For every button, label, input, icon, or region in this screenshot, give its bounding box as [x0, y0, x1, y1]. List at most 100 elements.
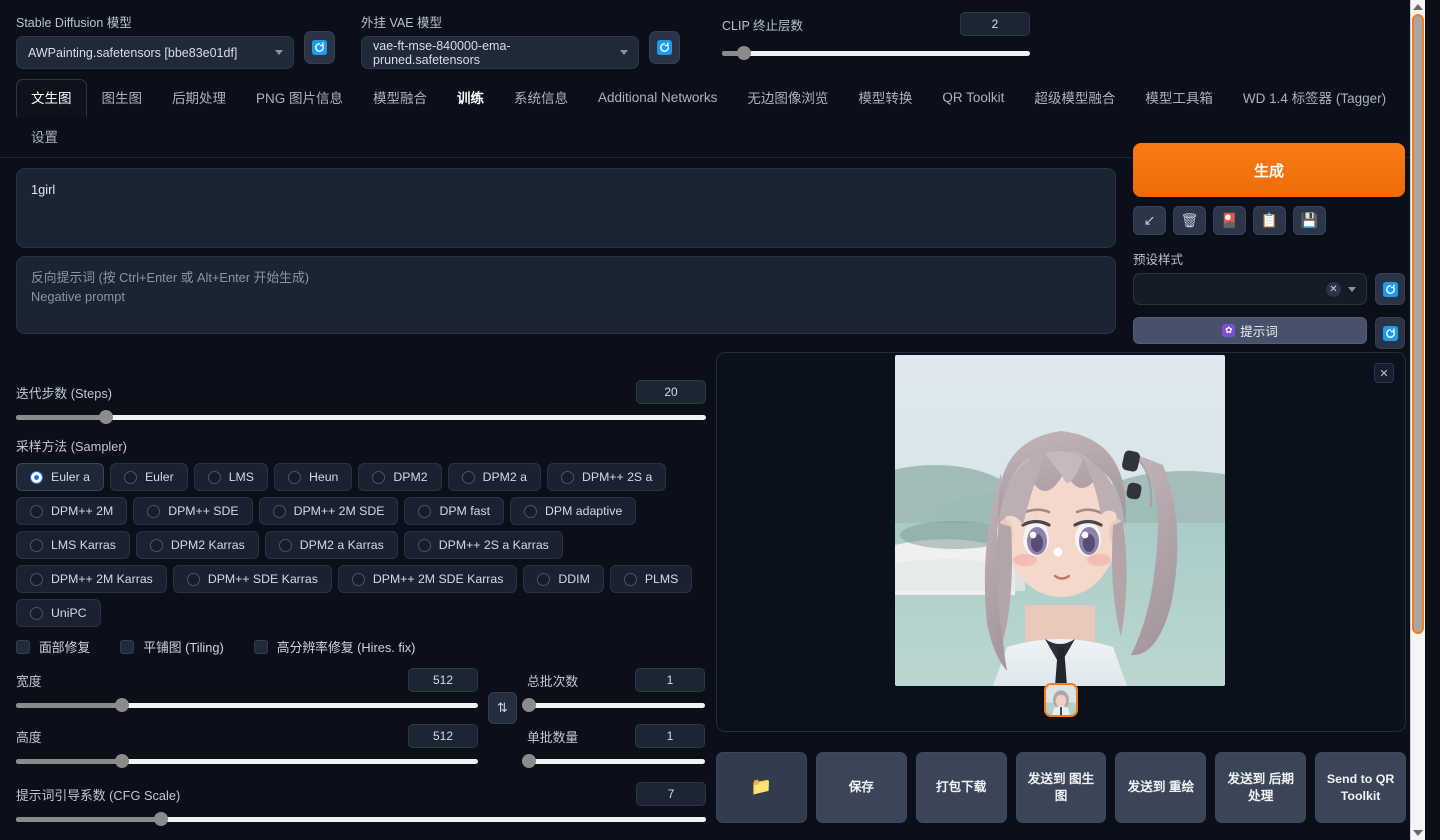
vae-model-dropdown[interactable]: vae-ft-mse-840000-ema-pruned.safetensors [361, 36, 639, 69]
scroll-down-icon[interactable] [1413, 830, 1423, 836]
scrollbar-thumb[interactable] [1412, 14, 1424, 634]
send-to-inpaint-button[interactable]: 发送到 重绘 [1115, 752, 1207, 823]
sd-model-refresh-button[interactable] [304, 31, 335, 64]
hires-fix-checkbox[interactable]: 高分辨率修复 (Hires. fix) [253, 637, 415, 656]
sampler-option-dpmpp-2s-a-karras[interactable]: DPM++ 2S a Karras [403, 531, 563, 559]
slider-knob[interactable] [521, 754, 536, 768]
arrow-down-left-icon[interactable]: ↙ [1133, 206, 1166, 235]
page-scrollbar[interactable] [1410, 0, 1425, 840]
batch-size-slider[interactable] [521, 754, 705, 768]
tab-tagger[interactable]: WD 1.4 标签器 (Tagger) [1228, 79, 1401, 117]
save-style-icon[interactable]: 💾 [1293, 206, 1326, 235]
save-button[interactable]: 保存 [815, 752, 907, 823]
slider-knob[interactable] [736, 46, 751, 60]
radio-dot-icon [30, 470, 43, 484]
refresh-icon [312, 40, 327, 55]
cfg-value[interactable]: 7 [636, 782, 706, 806]
width-value[interactable]: 512 [408, 668, 478, 692]
sampler-label-text: DPM2 a Karras [299, 538, 384, 552]
sampler-option-lms[interactable]: LMS [193, 463, 268, 491]
send-to-img2img-button[interactable]: 发送到 图生图 [1015, 752, 1107, 823]
radio-dot-icon [287, 470, 301, 484]
prompt-word-button[interactable]: ✿ 提示词 [1133, 317, 1367, 344]
slider-knob[interactable] [98, 410, 113, 424]
sampler-option-dpmpp-2m-karras[interactable]: DPM++ 2M Karras [16, 565, 167, 593]
open-folder-button[interactable]: 📁 [716, 752, 807, 823]
sampler-option-dpmpp-2m-sde-karras[interactable]: DPM++ 2M SDE Karras [337, 565, 518, 593]
tab-infinite-image-browsing[interactable]: 无边图像浏览 [732, 79, 843, 117]
cfg-slider[interactable] [16, 812, 706, 826]
sampler-option-heun[interactable]: Heun [273, 463, 353, 491]
send-to-extras-button[interactable]: 发送到 后期处理 [1215, 752, 1307, 823]
radio-dot-icon [147, 504, 161, 518]
tab-checkpoint-merger[interactable]: 模型融合 [358, 79, 442, 117]
slider-knob[interactable] [521, 698, 536, 712]
swap-dimensions-button[interactable]: ⇅ [488, 692, 517, 724]
sampler-option-dpmpp-2m-sde[interactable]: DPM++ 2M SDE [258, 497, 399, 525]
tab-train[interactable]: 训练 [442, 79, 499, 117]
tab-system-info[interactable]: 系统信息 [499, 79, 583, 117]
steps-value[interactable]: 20 [636, 380, 706, 404]
tab-qr-toolkit[interactable]: QR Toolkit [927, 82, 1019, 115]
clip-skip-value[interactable]: 2 [960, 12, 1030, 36]
sampler-option-dpm2[interactable]: DPM2 [358, 463, 442, 491]
close-icon[interactable]: ✕ [1374, 363, 1394, 383]
scroll-up-icon[interactable] [1413, 4, 1423, 10]
tab-extras[interactable]: 后期处理 [157, 79, 241, 117]
thumbnail-item[interactable] [1044, 683, 1078, 717]
restore-faces-checkbox[interactable]: 面部修复 [16, 637, 90, 656]
sampler-option-dpm2-karras[interactable]: DPM2 Karras [135, 531, 259, 559]
sampler-option-plms[interactable]: PLMS [609, 565, 693, 593]
palette-icon[interactable]: 🎴 [1213, 206, 1246, 235]
sampler-option-euler[interactable]: Euler [109, 463, 188, 491]
close-icon[interactable]: ✕ [1326, 281, 1341, 297]
sampler-option-dpm2-a-karras[interactable]: DPM2 a Karras [264, 531, 398, 559]
sampler-option-dpm-fast[interactable]: DPM fast [404, 497, 505, 525]
positive-prompt-input[interactable]: 1girl [16, 168, 1116, 248]
checkbox-label: 面部修复 [39, 640, 91, 655]
negative-prompt-input[interactable]: 反向提示词 (按 Ctrl+Enter 或 Alt+Enter 开始生成) Ne… [16, 256, 1116, 334]
sampler-option-dpmpp-sde[interactable]: DPM++ SDE [133, 497, 253, 525]
sd-model-dropdown[interactable]: AWPainting.safetensors [bbe83e01df] [16, 36, 294, 69]
vae-model-refresh-button[interactable] [649, 31, 680, 64]
batch-count-slider[interactable] [521, 698, 705, 712]
clip-skip-slider[interactable] [722, 46, 1030, 60]
styles-dropdown[interactable]: ✕ [1133, 273, 1367, 305]
tiling-checkbox[interactable]: 平铺图 (Tiling) [120, 637, 224, 656]
slider-knob[interactable] [115, 754, 130, 768]
width-slider[interactable] [16, 698, 478, 712]
sampler-option-dpm2-a[interactable]: DPM2 a [447, 463, 541, 491]
steps-slider[interactable] [16, 410, 706, 424]
batch-count-value[interactable]: 1 [635, 668, 705, 692]
sampler-option-dpmpp-sde-karras[interactable]: DPM++ SDE Karras [172, 565, 332, 593]
generated-image[interactable] [895, 355, 1225, 686]
slider-knob[interactable] [153, 812, 168, 826]
tab-png-info[interactable]: PNG 图片信息 [241, 79, 358, 117]
slider-knob[interactable] [115, 698, 130, 712]
sampler-option-euler-a[interactable]: Euler a [16, 463, 104, 491]
tab-super-merger[interactable]: 超级模型融合 [1019, 79, 1130, 117]
sampler-option-lms-karras[interactable]: LMS Karras [16, 531, 130, 559]
trash-icon[interactable]: 🗑 [1173, 206, 1206, 235]
sampler-option-unipc[interactable]: UniPC [16, 599, 101, 627]
height-value[interactable]: 512 [408, 724, 478, 748]
batch-size-value[interactable]: 1 [635, 724, 705, 748]
prompt-word-refresh-button[interactable] [1375, 317, 1405, 349]
tab-img2img[interactable]: 图生图 [87, 79, 158, 117]
sampler-option-dpm-adaptive[interactable]: DPM adaptive [510, 497, 637, 525]
styles-refresh-button[interactable] [1375, 273, 1405, 305]
sampler-option-dpmpp-2s-a[interactable]: DPM++ 2S a [546, 463, 667, 491]
tab-settings[interactable]: 设置 [16, 118, 73, 156]
send-to-qr-toolkit-button[interactable]: Send to QR Toolkit [1315, 752, 1407, 823]
clipboard-icon[interactable]: 📋 [1253, 206, 1286, 235]
height-slider[interactable] [16, 754, 478, 768]
tab-model-toolbox[interactable]: 模型工具箱 [1130, 79, 1228, 117]
sampler-option-ddim[interactable]: DDIM [523, 565, 604, 593]
sampler-option-dpmpp-2m[interactable]: DPM++ 2M [16, 497, 128, 525]
tab-additional-networks[interactable]: Additional Networks [583, 82, 732, 115]
generate-button[interactable]: 生成 [1133, 143, 1405, 197]
tab-txt2img[interactable]: 文生图 [16, 79, 87, 117]
tab-model-converter[interactable]: 模型转换 [843, 79, 927, 117]
zip-download-button[interactable]: 打包下载 [915, 752, 1007, 823]
gallery-action-buttons: 📁 保存 打包下载 发送到 图生图 发送到 重绘 发送到 后期处理 Send t… [716, 752, 1407, 823]
